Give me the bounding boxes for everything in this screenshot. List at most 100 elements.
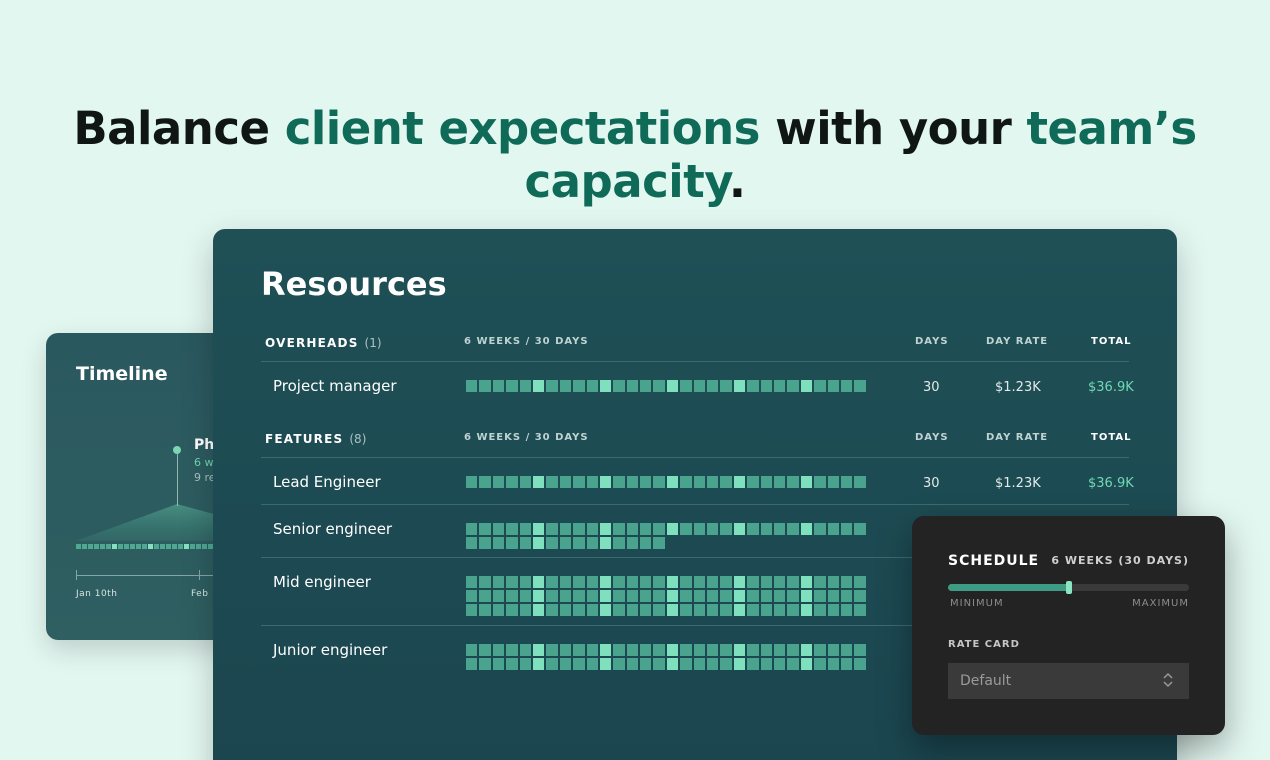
allocation-day-cell[interactable] <box>479 380 491 392</box>
allocation-day-cell[interactable] <box>653 590 665 602</box>
allocation-day-cell[interactable] <box>707 590 719 602</box>
allocation-day-cell[interactable] <box>666 604 679 616</box>
allocation-day-cell[interactable] <box>747 658 759 670</box>
allocation-day-cell[interactable] <box>707 476 719 488</box>
allocation-day-cell[interactable] <box>693 658 706 670</box>
allocation-day-cell[interactable] <box>626 658 639 670</box>
allocation-day-cell[interactable] <box>840 576 853 588</box>
allocation-day-cell[interactable] <box>800 523 813 535</box>
allocation-day-cell[interactable] <box>720 576 732 588</box>
allocation-day-cell[interactable] <box>840 523 853 535</box>
allocation-day-cell[interactable] <box>773 604 786 616</box>
allocation-day-cell[interactable] <box>760 604 772 616</box>
allocation-day-cell[interactable] <box>720 476 732 488</box>
allocation-day-cell[interactable] <box>827 644 839 656</box>
allocation-day-cell[interactable] <box>559 658 572 670</box>
allocation-day-cell[interactable] <box>800 644 813 656</box>
allocation-day-cell[interactable] <box>492 537 505 549</box>
allocation-day-cell[interactable] <box>626 576 639 588</box>
allocation-day-cell[interactable] <box>599 537 612 549</box>
allocation-day-cell[interactable] <box>626 604 639 616</box>
allocation-day-cell[interactable] <box>814 658 826 670</box>
allocation-day-cell[interactable] <box>613 476 625 488</box>
allocation-day-cell[interactable] <box>787 523 799 535</box>
allocation-day-cell[interactable] <box>640 537 652 549</box>
allocation-day-cell[interactable] <box>506 476 518 488</box>
allocation-day-cell[interactable] <box>707 523 719 535</box>
allocation-day-cell[interactable] <box>814 380 826 392</box>
allocation-day-cell[interactable] <box>479 658 491 670</box>
allocation-day-cell[interactable] <box>666 644 679 656</box>
allocation-day-cell[interactable] <box>599 476 612 488</box>
allocation-day-cell[interactable] <box>492 523 505 535</box>
allocation-day-cell[interactable] <box>747 380 759 392</box>
allocation-day-cell[interactable] <box>680 644 692 656</box>
allocation-day-cell[interactable] <box>519 476 531 488</box>
allocation-day-cell[interactable] <box>573 523 585 535</box>
allocation-day-cell[interactable] <box>506 658 518 670</box>
allocation-day-cell[interactable] <box>466 476 478 488</box>
allocation-day-cell[interactable] <box>519 644 531 656</box>
allocation-day-cell[interactable] <box>532 644 545 656</box>
allocation-day-cell[interactable] <box>680 658 692 670</box>
allocation-day-cell[interactable] <box>800 476 813 488</box>
allocation-day-cell[interactable] <box>747 523 759 535</box>
allocation-day-cell[interactable] <box>653 476 665 488</box>
allocation-day-cell[interactable] <box>733 576 746 588</box>
allocation-day-cell[interactable] <box>613 644 625 656</box>
allocation-day-cell[interactable] <box>653 644 665 656</box>
allocation-day-cell[interactable] <box>653 523 665 535</box>
allocation-grid[interactable] <box>466 644 866 670</box>
allocation-day-cell[interactable] <box>693 476 706 488</box>
allocation-day-cell[interactable] <box>707 604 719 616</box>
allocation-day-cell[interactable] <box>693 380 706 392</box>
allocation-day-cell[interactable] <box>559 576 572 588</box>
allocation-day-cell[interactable] <box>532 476 545 488</box>
allocation-day-cell[interactable] <box>747 604 759 616</box>
allocation-day-cell[interactable] <box>519 523 531 535</box>
allocation-day-cell[interactable] <box>773 380 786 392</box>
allocation-day-cell[interactable] <box>559 590 572 602</box>
allocation-day-cell[interactable] <box>466 523 478 535</box>
allocation-day-cell[interactable] <box>626 644 639 656</box>
allocation-day-cell[interactable] <box>787 380 799 392</box>
allocation-day-cell[interactable] <box>814 476 826 488</box>
allocation-day-cell[interactable] <box>720 380 732 392</box>
allocation-day-cell[interactable] <box>840 380 853 392</box>
allocation-day-cell[interactable] <box>613 576 625 588</box>
allocation-day-cell[interactable] <box>707 380 719 392</box>
allocation-day-cell[interactable] <box>760 523 772 535</box>
allocation-day-cell[interactable] <box>613 604 625 616</box>
allocation-day-cell[interactable] <box>680 590 692 602</box>
allocation-day-cell[interactable] <box>640 576 652 588</box>
allocation-day-cell[interactable] <box>613 537 625 549</box>
allocation-day-cell[interactable] <box>506 590 518 602</box>
allocation-day-cell[interactable] <box>720 658 732 670</box>
allocation-day-cell[interactable] <box>666 523 679 535</box>
allocation-day-cell[interactable] <box>599 576 612 588</box>
allocation-day-cell[interactable] <box>733 523 746 535</box>
allocation-day-cell[interactable] <box>800 604 813 616</box>
allocation-day-cell[interactable] <box>613 380 625 392</box>
allocation-day-cell[interactable] <box>854 604 866 616</box>
allocation-day-cell[interactable] <box>559 523 572 535</box>
allocation-day-cell[interactable] <box>479 476 491 488</box>
allocation-day-cell[interactable] <box>693 523 706 535</box>
resource-row-lead-engineer[interactable]: Lead Engineer 30 $1.23K $36.9K <box>261 458 1134 505</box>
allocation-day-cell[interactable] <box>733 476 746 488</box>
allocation-day-cell[interactable] <box>599 380 612 392</box>
allocation-day-cell[interactable] <box>479 537 491 549</box>
allocation-day-cell[interactable] <box>466 380 478 392</box>
allocation-day-cell[interactable] <box>733 644 746 656</box>
resource-row-project-manager[interactable]: Project manager 30 $1.23K $36.9K <box>261 362 1134 414</box>
allocation-day-cell[interactable] <box>693 576 706 588</box>
allocation-day-cell[interactable] <box>586 537 598 549</box>
allocation-day-cell[interactable] <box>626 537 639 549</box>
allocation-day-cell[interactable] <box>466 537 478 549</box>
allocation-day-cell[interactable] <box>546 644 558 656</box>
allocation-day-cell[interactable] <box>613 590 625 602</box>
allocation-day-cell[interactable] <box>666 380 679 392</box>
allocation-day-cell[interactable] <box>747 590 759 602</box>
allocation-day-cell[interactable] <box>479 523 491 535</box>
allocation-day-cell[interactable] <box>653 537 665 549</box>
